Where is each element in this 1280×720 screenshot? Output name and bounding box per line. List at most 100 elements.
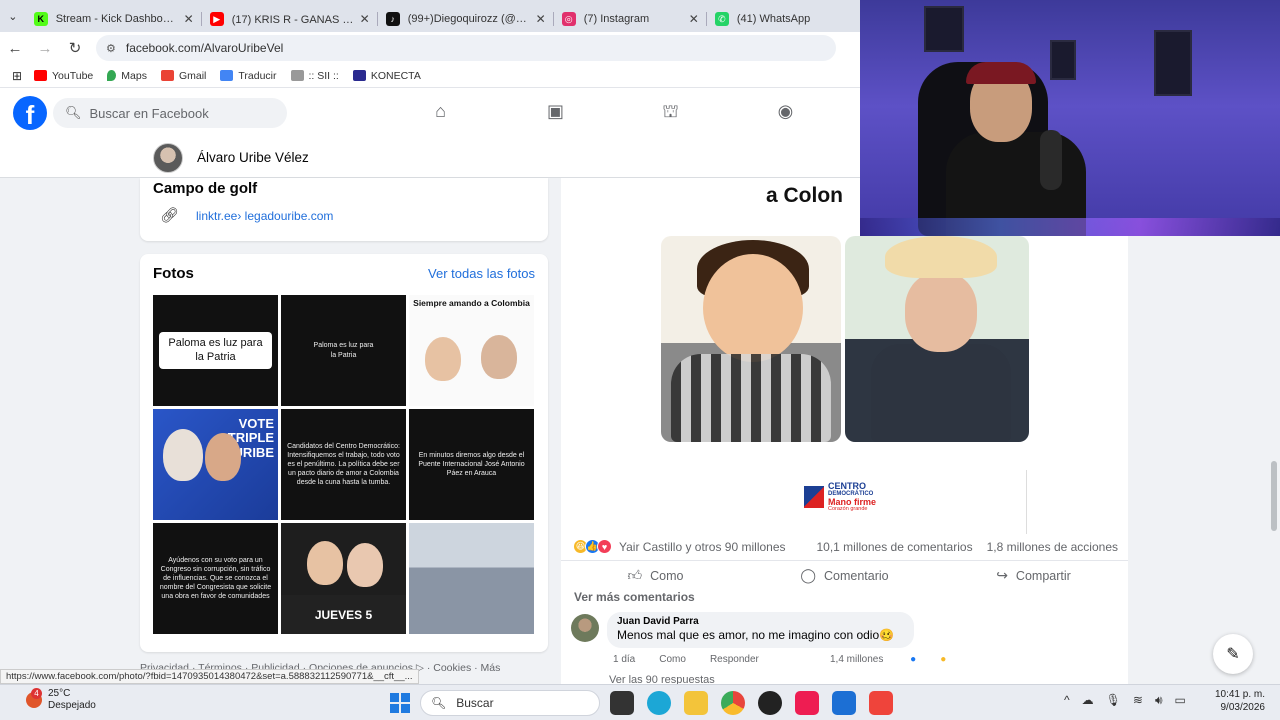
comment-author[interactable]: Juan David Parra [617, 616, 904, 627]
forward-icon[interactable]: → [30, 40, 60, 57]
onedrive-icon[interactable]: ☁ [1082, 693, 1094, 708]
facebook-search-input[interactable]: 🔍︎ Buscar en Facebook [53, 98, 287, 128]
facebook-logo-icon[interactable]: f [13, 96, 47, 130]
file-explorer-icon[interactable] [684, 691, 708, 715]
photo-thumbnail[interactable]: En minutos diremos algo desde el Puente … [409, 409, 534, 520]
weather-widget[interactable]: 4 25°C Despejado [26, 687, 96, 711]
scrollbar-thumb[interactable] [1271, 461, 1277, 531]
browser-tab[interactable]: K Stream - Kick Dashboard ✕ [26, 6, 202, 32]
close-icon[interactable]: ✕ [184, 12, 194, 26]
browser-tab[interactable]: ✆ (41) WhatsApp [707, 6, 860, 32]
illustration-man [481, 335, 517, 379]
battery-icon[interactable]: ▭ [1175, 693, 1186, 708]
comment-button[interactable]: ◯ Comentario [750, 567, 939, 584]
avatar[interactable] [571, 614, 599, 642]
apps-grid-icon[interactable]: ⊞ [0, 69, 34, 83]
page-scrollbar[interactable] [1268, 178, 1280, 684]
share-arrow-icon: ↪ [996, 567, 1008, 583]
comments-count[interactable]: 10,1 millones de comentarios [816, 540, 972, 554]
like-label: Como [650, 568, 684, 583]
edge-icon[interactable] [647, 691, 671, 715]
site-info-icon[interactable]: ⚙ [106, 42, 116, 55]
comment-meta: 1 día Como Responder 1,4 millones ● ● [613, 654, 946, 665]
reaction-icons[interactable]: 😆 👍 ♥ [573, 539, 612, 554]
bookmark-youtube[interactable]: YouTube [34, 70, 93, 82]
photo-thumbnail[interactable]: Paloma es luz para la Patria [281, 295, 406, 406]
photo-thumbnail[interactable]: JUEVES 5 [281, 523, 406, 634]
bookmark-maps[interactable]: Maps [107, 70, 147, 82]
shares-count[interactable]: 1,8 millones de acciones [987, 540, 1118, 554]
video-icon[interactable]: ▣ [498, 101, 613, 125]
taskbar-search-label: Buscar [456, 696, 494, 710]
tab-search-icon[interactable]: ⌄ [0, 0, 26, 32]
translate-icon [220, 70, 234, 81]
browser-tab[interactable]: ▶ (17) KRIS R - GANAS 💗 (Vi ✕ [202, 6, 378, 32]
comment-like-button[interactable]: Como [659, 654, 686, 665]
share-button[interactable]: ↪ Compartir [939, 567, 1128, 584]
avatar[interactable] [153, 142, 183, 173]
windows-start-icon[interactable] [390, 693, 410, 713]
photo-thumbnail[interactable]: VOTE TRIPLE URIBE [153, 409, 278, 520]
haha-reaction-icon: ● [940, 654, 947, 665]
volume-icon[interactable]: 🔊︎ [1155, 693, 1163, 708]
browser-tab[interactable]: ♪ (99+)Diegoquirozz (@dieg ✕ [378, 6, 554, 32]
close-icon[interactable]: ✕ [536, 12, 546, 26]
profile-name[interactable]: Álvaro Uribe Vélez [197, 150, 309, 165]
comment-reply-button[interactable]: Responder [710, 654, 759, 665]
bookmark-label: Traducir [238, 69, 277, 82]
more-comments-link[interactable]: Ver más comentarios [574, 590, 695, 604]
store-icon[interactable] [832, 691, 856, 715]
clock[interactable]: 10:41 p. m. 9/03/2026 [1210, 689, 1265, 714]
streamer-cap [966, 62, 1036, 84]
photo-thumbnail[interactable]: Paloma es luz para la Patria [153, 295, 278, 406]
like-reaction-icon: ● [910, 654, 917, 665]
post-image[interactable] [661, 236, 1029, 444]
photo-thumbnail[interactable]: Ayúdenos con su voto para un Congreso si… [153, 523, 278, 634]
home-icon[interactable]: ⌂ [383, 101, 498, 125]
photo-caption: Paloma es luz para la Patria [159, 331, 272, 370]
neon-light [860, 218, 1280, 236]
comment-age[interactable]: 1 día [613, 654, 635, 665]
website-link[interactable]: linktr.ee› legadouribe.com [196, 209, 333, 223]
post-image-headline: a Colon [766, 184, 843, 207]
see-all-photos-link[interactable]: Ver todas las fotos [428, 266, 535, 281]
groups-icon[interactable]: ◉ [728, 101, 843, 125]
whatsapp-icon: ✆ [714, 12, 729, 26]
reactions-summary[interactable]: Yair Castillo y otros 90 millones [619, 540, 786, 554]
microphone-icon[interactable]: 🎙︎ [1106, 693, 1121, 708]
back-icon[interactable]: ← [0, 40, 30, 57]
chrome-icon[interactable] [721, 691, 745, 715]
bookmark-label: Maps [121, 69, 147, 82]
url-input[interactable]: ⚙ facebook.com/AlvaroUribeVel [96, 35, 836, 61]
like-button[interactable]: 👍︎ Como [561, 567, 750, 584]
photo-thumbnail[interactable]: Candidatos del Centro Democrático: Inten… [281, 409, 406, 520]
system-tray: ^ ☁ 🎙︎ ≋ 🔊︎ ▭ [1064, 693, 1198, 708]
photo-thumbnail[interactable] [409, 523, 534, 634]
comment-bubble: Juan David Parra Menos mal que es amor, … [607, 612, 914, 648]
bookmark-gmail[interactable]: Gmail [160, 70, 206, 82]
photo-thumbnail[interactable]: Siempre amando a Colombia [409, 295, 534, 406]
reload-icon[interactable]: ↻ [60, 39, 90, 57]
photo-caption: Paloma es luz para la Patria [313, 342, 374, 359]
task-view-icon[interactable] [610, 691, 634, 715]
obs-icon[interactable] [758, 691, 782, 715]
bookmark-konecta[interactable]: KONECTA [352, 70, 421, 82]
bookmark-sii[interactable]: :: SII :: [290, 70, 339, 82]
anydesk-icon[interactable] [869, 691, 893, 715]
taskbar-search-input[interactable]: 🔍︎ Buscar [420, 690, 600, 716]
new-message-button[interactable]: ✎ [1213, 634, 1253, 674]
bookmark-translate[interactable]: Traducir [220, 69, 277, 82]
close-icon[interactable]: ✕ [689, 12, 699, 26]
post-actions: 👍︎ Como ◯ Comentario ↪ Compartir [561, 560, 1128, 590]
comment-reactions[interactable]: 1,4 millones ● ● [830, 654, 970, 665]
marketplace-icon[interactable]: ⛫ [613, 101, 728, 125]
tab-title: (99+)Diegoquirozz (@dieg [407, 13, 530, 25]
love-reaction-icon: ♥ [597, 539, 612, 554]
wifi-icon[interactable]: ≋ [1133, 693, 1143, 708]
tiktok-live-icon[interactable] [795, 691, 819, 715]
tab-title: (7) Instagram [583, 13, 650, 25]
browser-tab[interactable]: ◎ (7) Instagram ✕ [554, 6, 708, 32]
close-icon[interactable]: ✕ [360, 12, 370, 26]
intro-card: Campo de golf 🔗︎ linktr.ee› legadouribe.… [140, 178, 548, 241]
chevron-up-icon[interactable]: ^ [1064, 693, 1070, 708]
